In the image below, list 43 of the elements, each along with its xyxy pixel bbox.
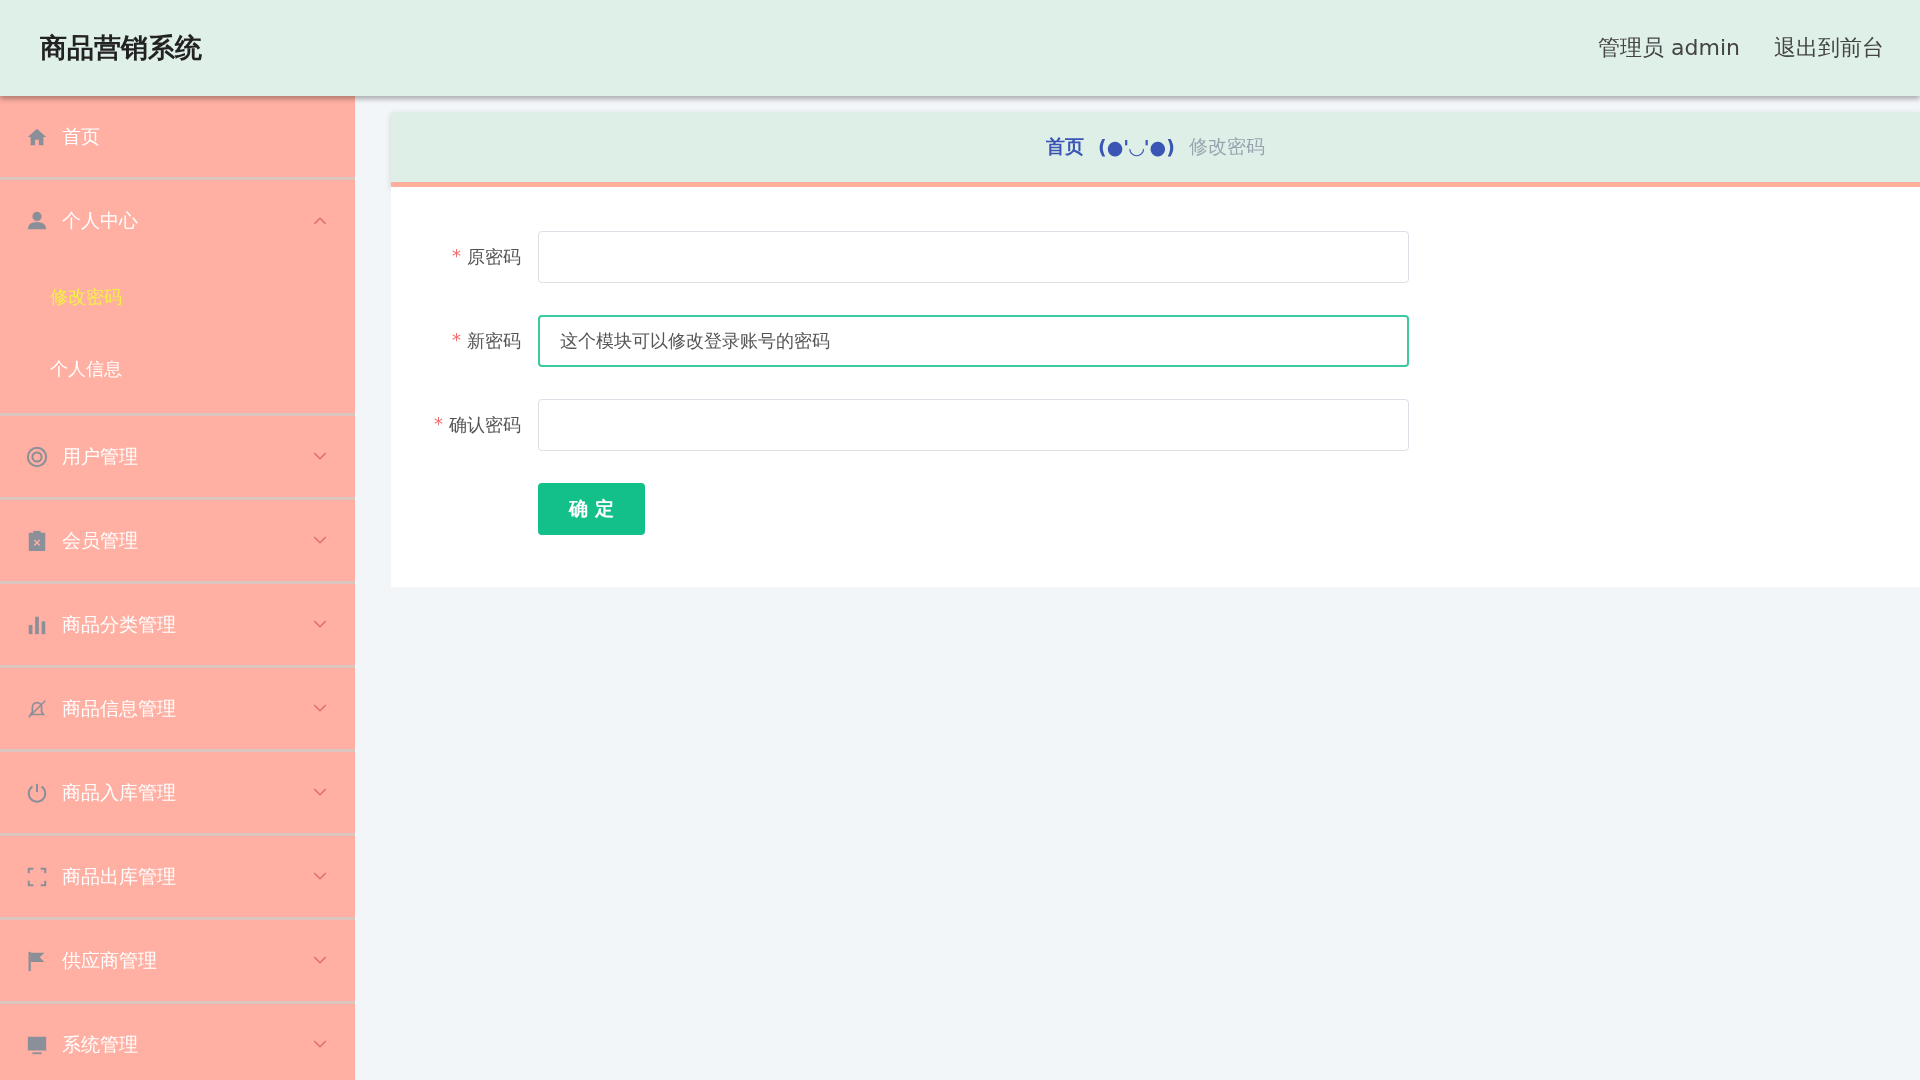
caret-icon [313, 704, 327, 713]
menu-item[interactable]: 会员管理 [0, 500, 355, 581]
password-field[interactable]: 这个模块可以修改登录账号的密码 [538, 315, 1409, 367]
caret-icon [313, 536, 327, 545]
caret-icon [313, 956, 327, 965]
menu-item[interactable]: 首页 [0, 96, 355, 177]
breadcrumb-link[interactable]: 首页 [1046, 134, 1085, 160]
submenu-item[interactable]: 修改密码 [0, 261, 355, 333]
field-label: 原密码 [467, 245, 521, 269]
caret-icon [313, 620, 327, 629]
password-field[interactable] [538, 231, 1409, 283]
menu-item[interactable]: 用户管理 [0, 416, 355, 497]
caret-icon [313, 452, 327, 461]
required-mark: * [434, 413, 443, 436]
breadcrumb-separator: (●'◡'●) [1098, 136, 1175, 158]
confirm-button[interactable]: 确 定 [538, 483, 645, 535]
person-icon [26, 209, 48, 232]
menu-item[interactable]: 商品信息管理 [0, 668, 355, 749]
breadcrumb-current: 修改密码 [1188, 134, 1265, 159]
bell-slash-icon [26, 697, 48, 720]
field-label: 确认密码 [449, 413, 521, 437]
clipboard-icon [26, 529, 48, 552]
corners-icon [26, 865, 48, 888]
power-icon [26, 781, 48, 804]
menu-item[interactable]: 系统管理 [0, 1004, 355, 1080]
caret-icon [313, 216, 327, 225]
required-mark: * [452, 329, 461, 352]
menu-item[interactable]: 个人中心 [0, 180, 355, 261]
caret-icon [313, 1040, 327, 1049]
exit-link[interactable]: 退出到前台 [1774, 33, 1884, 63]
password-field[interactable] [538, 399, 1409, 451]
submenu-item[interactable]: 个人信息 [0, 333, 355, 413]
menu-item[interactable]: 供应商管理 [0, 920, 355, 1001]
caret-icon [313, 872, 327, 881]
app-title: 商品营销系统 [40, 31, 202, 65]
field-label: 新密码 [467, 329, 521, 353]
menu-item[interactable]: 商品出库管理 [0, 836, 355, 917]
menu-item[interactable]: 商品分类管理 [0, 584, 355, 665]
menu-item[interactable]: 商品入库管理 [0, 752, 355, 833]
caret-icon [313, 788, 327, 797]
required-mark: * [452, 245, 461, 268]
user-label: 管理员 admin [1598, 34, 1740, 62]
lifebuoy-icon [26, 445, 48, 468]
